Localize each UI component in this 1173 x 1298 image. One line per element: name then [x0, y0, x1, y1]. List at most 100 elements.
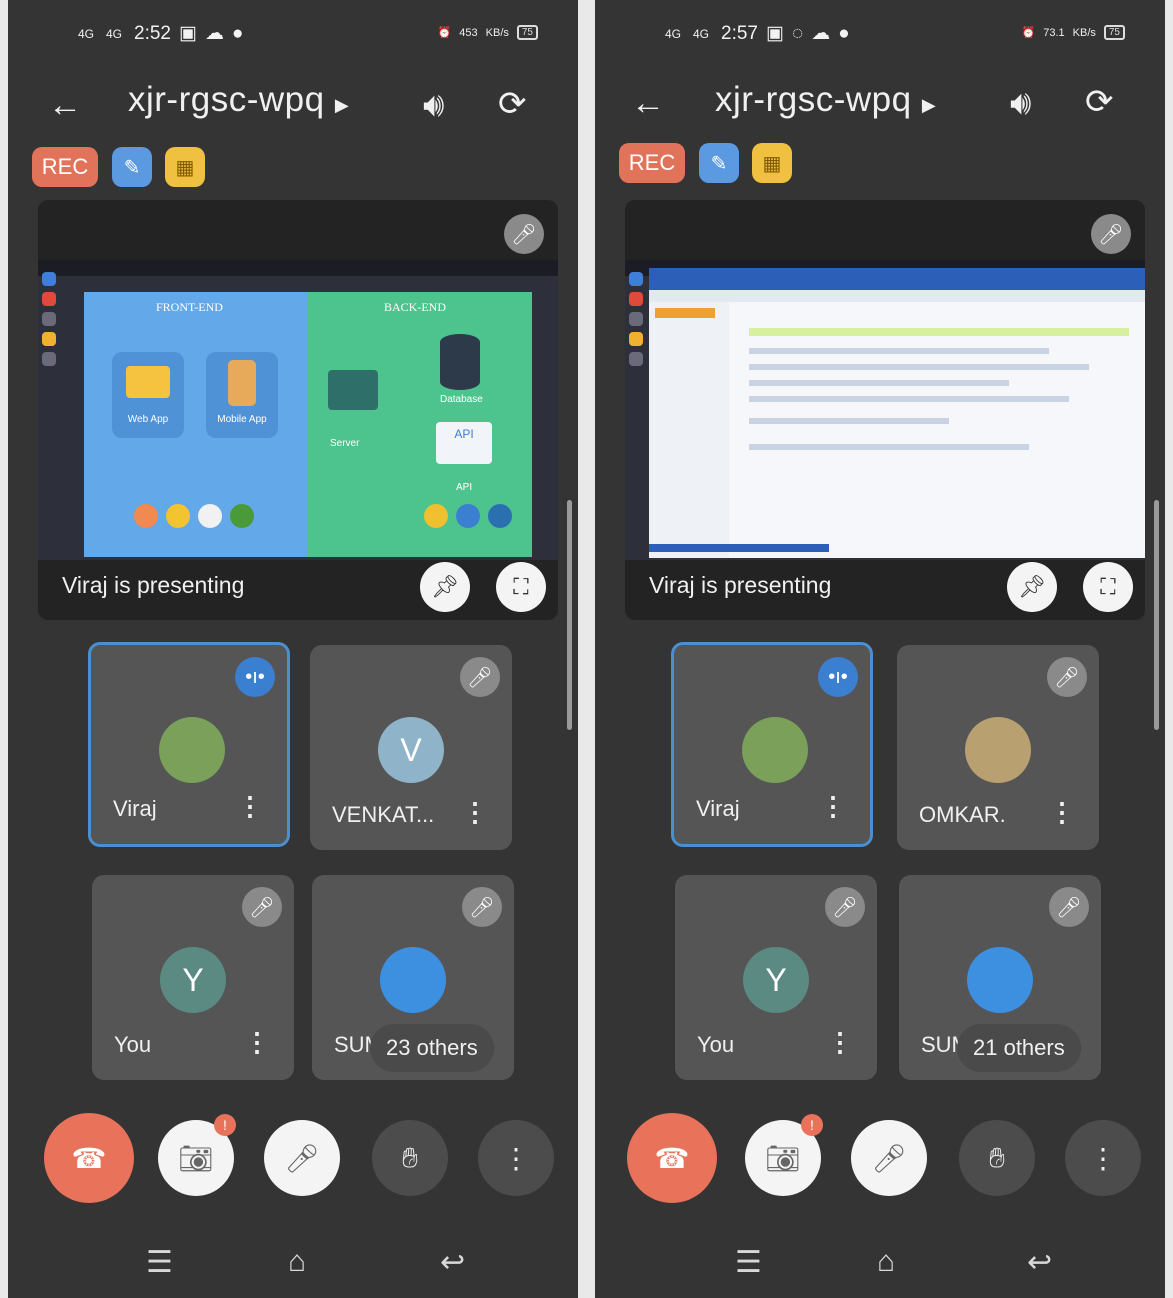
meeting-code: xjr-rgsc-wpq — [715, 80, 912, 119]
home-icon[interactable]: ⌂ — [877, 1245, 895, 1279]
mic-off-icon[interactable]: 🎤︎ — [851, 1120, 927, 1196]
avatar: V — [378, 717, 444, 783]
play-arrow-icon: ▶ — [921, 95, 937, 115]
web-app-label: Web App — [127, 414, 169, 425]
participant-tile[interactable]: 🎤︎ SUM 23 others — [312, 875, 514, 1080]
more-icon[interactable]: ⋮ — [462, 797, 488, 828]
recording-chip[interactable]: REC — [619, 143, 685, 183]
presentation-panel[interactable]: 🎤︎ Viraj is presenting 📌︎ ⛶ — [625, 200, 1145, 620]
more-icon[interactable]: ⋮ — [1049, 797, 1075, 828]
more-icon[interactable]: ⋮ — [1065, 1120, 1141, 1196]
avatar-initial: Y — [765, 961, 787, 998]
no-video-icon[interactable]: ▦ — [752, 143, 792, 183]
admin-sidebar — [649, 302, 729, 558]
clock: 2:57 — [721, 22, 758, 44]
caption-icon[interactable]: ✎ — [699, 143, 739, 183]
participant-tile[interactable]: 🎤︎ V VENKAT... ⋮ — [310, 645, 512, 850]
more-icon[interactable]: ⋮ — [827, 1027, 853, 1058]
more-icon[interactable]: ⋮ — [237, 791, 263, 822]
recording-chip[interactable]: REC — [32, 147, 98, 187]
battery-indicator: 75 — [516, 25, 538, 40]
desktop-dock — [629, 272, 649, 412]
home-icon[interactable]: ⌂ — [288, 1245, 306, 1279]
meeting-title[interactable]: xjr-rgsc-wpq ▶ — [715, 80, 936, 120]
participant-tile[interactable]: 🎤︎ SUM 21 others — [899, 875, 1101, 1080]
desktop-topbar — [38, 260, 558, 276]
tech-logo — [134, 504, 158, 528]
tech-logo — [230, 504, 254, 528]
dock-app — [629, 292, 643, 306]
end-call-icon[interactable]: ☎ — [44, 1113, 134, 1203]
status-bar-left: 4G 4G 2:57 ▣ ◌ ☁ ● — [665, 22, 850, 45]
camera-off-icon[interactable]: 📷︎ ! — [158, 1114, 236, 1196]
more-icon[interactable]: ⋮ — [478, 1120, 554, 1196]
scrollbar[interactable] — [567, 500, 572, 730]
others-count-button[interactable]: 21 others — [957, 1024, 1081, 1072]
presenting-label: Viraj is presenting — [649, 572, 832, 598]
switch-camera-icon[interactable]: ⟳ — [1085, 82, 1114, 122]
content-row — [749, 418, 949, 424]
no-video-icon[interactable]: ▦ — [165, 147, 205, 187]
dock-app — [42, 272, 56, 286]
camera-off-icon[interactable]: 📷︎ ! — [745, 1114, 823, 1196]
dock-app — [42, 332, 56, 346]
speaker-icon[interactable]: 🔊︎ — [423, 86, 444, 125]
participant-tile[interactable]: 🎤︎ Y You ⋮ — [92, 875, 294, 1080]
hand-raise-icon[interactable]: ✋︎ — [959, 1120, 1035, 1196]
mic-off-icon: 🎤︎ — [242, 887, 282, 927]
avatar — [159, 717, 225, 783]
end-call-icon[interactable]: ☎ — [627, 1113, 717, 1203]
alarm-icon: ⏰ — [437, 27, 452, 39]
tech-logo — [198, 504, 222, 528]
tech-logo — [456, 504, 480, 528]
network-indicator: 4G — [665, 26, 682, 41]
alarm-icon: ⏰ — [1021, 27, 1036, 39]
caption-icon[interactable]: ✎ — [112, 147, 152, 187]
message-icon: ● — [838, 22, 850, 44]
unpin-icon[interactable]: 📌︎ — [420, 562, 470, 612]
browser-address-bar — [649, 290, 1145, 302]
back-arrow-icon[interactable]: ← — [631, 84, 665, 123]
fullscreen-icon[interactable]: ⛶ — [496, 562, 546, 612]
scrollbar[interactable] — [1154, 500, 1159, 730]
mic-off-icon[interactable]: 🎤︎ — [264, 1120, 340, 1196]
data-speed: 73.1 — [1043, 26, 1065, 39]
status-bar-right: ⏰ 73.1 KB/s 75 — [1022, 25, 1125, 40]
phone-screenshot-left: 4G 4G 2:52 ▣ ☁ ● ⏰ 453 KB/s 75 ← xjr-rgs… — [8, 0, 578, 1298]
participant-tile[interactable]: •ı• Viraj ⋮ — [671, 642, 873, 847]
speaking-icon: •ı• — [818, 657, 858, 697]
whatsapp-icon: ◌ — [791, 22, 804, 44]
server-label: Server — [330, 438, 360, 449]
presentation-panel[interactable]: 🎤︎ FRONT-END BACK-END Web App Mobile App… — [38, 200, 558, 620]
more-icon[interactable]: ⋮ — [820, 791, 846, 822]
meeting-title[interactable]: xjr-rgsc-wpq ▶ — [128, 80, 349, 120]
speaking-icon: •ı• — [235, 657, 275, 697]
participant-name: VENKAT... — [332, 802, 435, 827]
cloud-icon: ☁ — [204, 23, 224, 44]
back-nav-icon[interactable]: ↩ — [440, 1245, 465, 1280]
participant-tile[interactable]: •ı• Viraj ⋮ — [88, 642, 290, 847]
switch-camera-icon[interactable]: ⟳ — [498, 84, 527, 124]
unpin-icon[interactable]: 📌︎ — [1007, 562, 1057, 612]
mic-off-icon: 🎤︎ — [504, 214, 544, 254]
speaker-icon[interactable]: 🔊︎ — [1010, 84, 1031, 123]
back-arrow-icon[interactable]: ← — [48, 86, 82, 125]
web-app-card: Web App — [112, 352, 184, 438]
more-icon[interactable]: ⋮ — [244, 1027, 270, 1058]
meeting-code: xjr-rgsc-wpq — [128, 80, 325, 119]
content-row — [749, 380, 1009, 386]
mic-off-icon: 🎤︎ — [1091, 214, 1131, 254]
hand-raise-icon[interactable]: ✋︎ — [372, 1120, 448, 1196]
content-row — [749, 444, 1029, 450]
participant-tile[interactable]: 🎤︎ Y You ⋮ — [675, 875, 877, 1080]
dock-app — [629, 332, 643, 346]
others-count-button[interactable]: 23 others — [370, 1024, 494, 1072]
menu-icon[interactable]: ☰ — [146, 1245, 173, 1280]
participant-tile[interactable]: 🎤︎ OMKAR. ⋮ — [897, 645, 1099, 850]
menu-icon[interactable]: ☰ — [735, 1245, 762, 1280]
architecture-slide: FRONT-END BACK-END Web App Mobile App Se… — [84, 292, 532, 557]
play-arrow-icon: ▶ — [334, 95, 350, 115]
back-nav-icon[interactable]: ↩ — [1027, 1245, 1052, 1280]
fullscreen-icon[interactable]: ⛶ — [1083, 562, 1133, 612]
dock-app — [629, 312, 643, 326]
